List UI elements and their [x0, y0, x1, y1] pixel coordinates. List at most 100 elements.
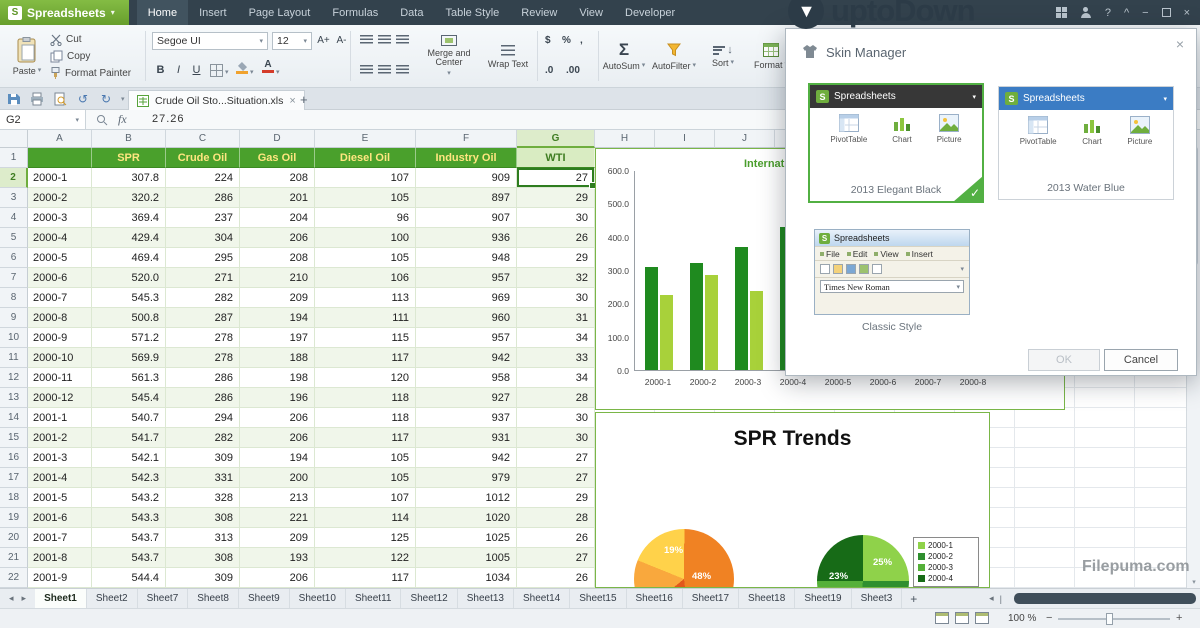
percent-format-icon[interactable]: %: [562, 35, 571, 46]
cancel-button[interactable]: Cancel: [1104, 349, 1178, 371]
header-cell-Gas Oil[interactable]: Gas Oil: [240, 148, 315, 168]
cell[interactable]: 27: [517, 168, 595, 188]
cell[interactable]: 271: [166, 268, 240, 288]
sheet-nav-buttons[interactable]: ◂▸: [0, 589, 35, 608]
cell[interactable]: 26: [517, 568, 595, 588]
autofilter-button[interactable]: AutoFilter▾: [650, 29, 698, 84]
sheet-tab-sheet12[interactable]: Sheet12: [401, 589, 457, 608]
cell[interactable]: 206: [240, 408, 315, 428]
bold-button[interactable]: B: [152, 61, 169, 78]
align-left-icon[interactable]: [360, 65, 373, 76]
cell[interactable]: 30: [517, 428, 595, 448]
row-header-5[interactable]: 5: [0, 228, 28, 248]
column-header-J[interactable]: J: [715, 130, 775, 148]
cell[interactable]: 96: [315, 208, 416, 228]
cell[interactable]: 469.4: [92, 248, 166, 268]
menu-tab-data[interactable]: Data: [389, 0, 434, 25]
cell[interactable]: 1034: [416, 568, 517, 588]
column-header-D[interactable]: D: [240, 130, 315, 148]
row-header-8[interactable]: 8: [0, 288, 28, 308]
cell[interactable]: 2000-10: [28, 348, 92, 368]
cell[interactable]: 125: [315, 528, 416, 548]
row-header-18[interactable]: 18: [0, 488, 28, 508]
cell[interactable]: 115: [315, 328, 416, 348]
menu-tab-review[interactable]: Review: [510, 0, 568, 25]
cell[interactable]: 2000-1: [28, 168, 92, 188]
magnifier-icon[interactable]: [96, 114, 108, 126]
cell[interactable]: 113: [315, 288, 416, 308]
cell[interactable]: 542.1: [92, 448, 166, 468]
collapse-ribbon-icon[interactable]: ^: [1124, 7, 1129, 19]
cell[interactable]: 561.3: [92, 368, 166, 388]
cell[interactable]: 282: [166, 428, 240, 448]
cell[interactable]: 569.9: [92, 348, 166, 368]
cell[interactable]: 100: [315, 228, 416, 248]
formula-value[interactable]: 27.26: [152, 113, 185, 125]
cell[interactable]: 320.2: [92, 188, 166, 208]
row-header-21[interactable]: 21: [0, 548, 28, 568]
cell[interactable]: 500.8: [92, 308, 166, 328]
row-header-15[interactable]: 15: [0, 428, 28, 448]
menu-tab-page-layout[interactable]: Page Layout: [238, 0, 322, 25]
cell[interactable]: 29: [517, 488, 595, 508]
cell[interactable]: 107: [315, 488, 416, 508]
cell[interactable]: 307.8: [92, 168, 166, 188]
sheet-tab-sheet8[interactable]: Sheet8: [188, 589, 239, 608]
cell[interactable]: 105: [315, 248, 416, 268]
cell[interactable]: 107: [315, 168, 416, 188]
menu-tab-insert[interactable]: Insert: [188, 0, 238, 25]
cell[interactable]: 2001-3: [28, 448, 92, 468]
align-bottom-icon[interactable]: [396, 35, 409, 46]
cell[interactable]: 308: [166, 548, 240, 568]
ok-button[interactable]: OK: [1028, 349, 1100, 371]
dialog-close-icon[interactable]: ×: [1176, 36, 1184, 52]
cell[interactable]: 194: [240, 308, 315, 328]
zoom-slider-thumb[interactable]: [1106, 613, 1113, 625]
header-cell-WTI[interactable]: WTI: [517, 148, 595, 168]
cell[interactable]: 237: [166, 208, 240, 228]
cell[interactable]: 369.4: [92, 208, 166, 228]
row-header-1[interactable]: 1: [0, 148, 28, 168]
prev-sheet-icon[interactable]: ◂: [9, 593, 14, 604]
sheet-tab-sheet7[interactable]: Sheet7: [138, 589, 189, 608]
cell[interactable]: 2000-8: [28, 308, 92, 328]
apps-icon[interactable]: [1056, 7, 1067, 18]
cell[interactable]: 294: [166, 408, 240, 428]
cell[interactable]: 208: [240, 248, 315, 268]
autosum-button[interactable]: Σ AutoSum▾: [602, 29, 646, 84]
column-header-H[interactable]: H: [595, 130, 655, 148]
increase-decimal-icon[interactable]: .0: [545, 65, 553, 76]
font-name-select[interactable]: Segoe UI▾: [152, 32, 268, 50]
cell[interactable]: 206: [240, 228, 315, 248]
row-header-13[interactable]: 13: [0, 388, 28, 408]
cell[interactable]: 909: [416, 168, 517, 188]
cell[interactable]: 948: [416, 248, 517, 268]
column-header-G[interactable]: G: [517, 130, 595, 148]
row-header-4[interactable]: 4: [0, 208, 28, 228]
cell[interactable]: 960: [416, 308, 517, 328]
cell[interactable]: 520.0: [92, 268, 166, 288]
cell[interactable]: 328: [166, 488, 240, 508]
row-header-19[interactable]: 19: [0, 508, 28, 528]
sheet-tab-sheet3[interactable]: Sheet3: [852, 589, 903, 608]
cell[interactable]: 118: [315, 408, 416, 428]
paste-button[interactable]: Paste▾: [8, 29, 46, 84]
zoom-out-button[interactable]: −: [1046, 612, 1052, 624]
decrease-decimal-icon[interactable]: .00: [566, 65, 580, 76]
row-header-17[interactable]: 17: [0, 468, 28, 488]
format-painter-button[interactable]: Format Painter: [50, 65, 131, 82]
menu-tab-home[interactable]: Home: [137, 0, 188, 25]
cell[interactable]: 543.3: [92, 508, 166, 528]
menu-tab-developer[interactable]: Developer: [614, 0, 686, 25]
sheet-tab-sheet19[interactable]: Sheet19: [795, 589, 851, 608]
cell[interactable]: 286: [166, 368, 240, 388]
cell[interactable]: 206: [240, 568, 315, 588]
zoom-in-button[interactable]: +: [1176, 612, 1182, 624]
cell[interactable]: 208: [240, 168, 315, 188]
cell[interactable]: 28: [517, 508, 595, 528]
cell[interactable]: 331: [166, 468, 240, 488]
cell[interactable]: 287: [166, 308, 240, 328]
cell[interactable]: 200: [240, 468, 315, 488]
tab-scroll-buttons[interactable]: ◂|: [981, 589, 1010, 608]
sheet-tab-sheet14[interactable]: Sheet14: [514, 589, 570, 608]
